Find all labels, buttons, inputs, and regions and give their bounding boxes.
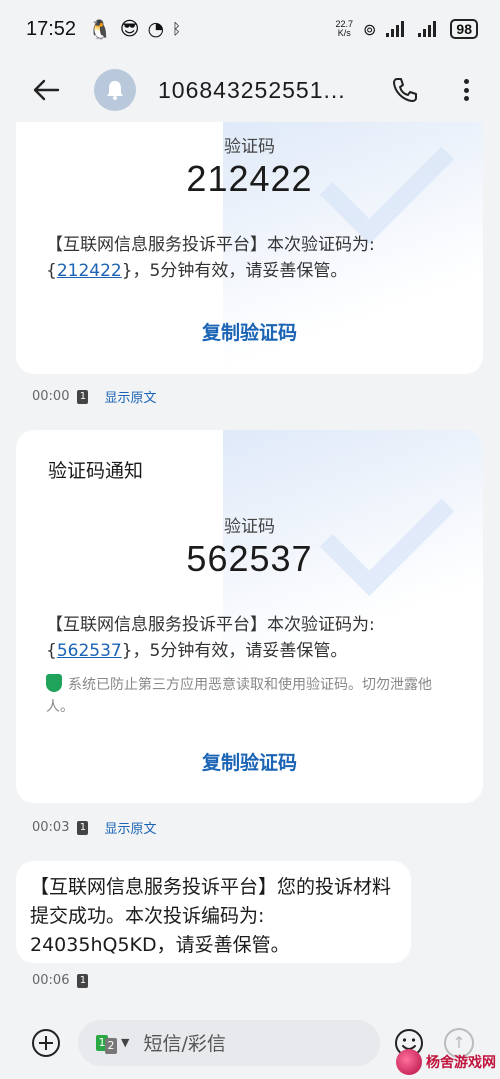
message-body: 【互联网信息服务投诉平台】本次验证码为:{212422}，5分钟有效，请妥善保管… (46, 232, 456, 284)
watermark-logo-icon (396, 1049, 422, 1075)
emoji-app-icon: 😎 (119, 18, 140, 40)
watermark: 杨舍游戏网 (396, 1049, 496, 1075)
message-bubble[interactable]: 【互联网信息服务投诉平台】您的投诉材料提交成功。本次投诉编码为: 24035hQ… (16, 861, 411, 963)
hotspot-icon: ⊚ (363, 19, 377, 39)
verification-code[interactable]: 212422 (16, 158, 483, 200)
verification-code[interactable]: 562537 (16, 538, 483, 580)
contact-number[interactable]: 106843252551... (158, 77, 368, 104)
copy-code-button[interactable]: 复制验证码 (16, 318, 483, 345)
more-options-icon[interactable] (456, 75, 476, 105)
body-suffix: }，5分钟有效，请妥善保管。 (121, 261, 348, 281)
dropdown-caret-icon: ▼ (121, 1036, 130, 1049)
bell-icon (107, 81, 123, 100)
conversation-header: 106843252551... (0, 58, 500, 122)
signal-icon-1 (386, 21, 408, 37)
message-time: 00:03 (32, 820, 70, 835)
back-arrow-icon[interactable] (30, 74, 62, 106)
bluetooth-icon: ᛒ (172, 20, 182, 38)
message-meta: 00:06 1 (32, 973, 104, 988)
body-suffix: }，5分钟有效，请妥善保管。 (121, 641, 348, 661)
phone-icon[interactable] (390, 75, 420, 105)
speed-unit: K/s (337, 28, 351, 38)
speedometer-icon: ◔ (147, 18, 165, 40)
shield-check-icon (46, 674, 62, 692)
sim-badge: 1 (77, 973, 89, 988)
code-link[interactable]: 212422 (57, 261, 122, 281)
status-time: 17:52 (26, 17, 77, 40)
watermark-text: 杨舍游戏网 (426, 1055, 496, 1071)
message-meta: 00:03 1 显示原文 (32, 818, 156, 837)
signal-icon-2 (418, 21, 440, 37)
input-placeholder: 短信/彩信 (143, 1033, 226, 1055)
security-notice: 系统已防止第三方应用恶意读取和使用验证码。切勿泄露他人。 (46, 674, 456, 718)
notice-text: 系统已防止第三方应用恶意读取和使用验证码。切勿泄露他人。 (46, 677, 432, 715)
verification-card: 验证码 212422 【互联网信息服务投诉平台】本次验证码为:{212422}，… (16, 122, 483, 374)
message-input[interactable]: 1 2 ▼ 短信/彩信 (78, 1019, 380, 1066)
status-bar: 17:52 🐧 😎 ◔ ᛒ 22.7 K/s ⊚ 98 (0, 0, 500, 58)
show-original-link[interactable]: 显示原文 (104, 818, 156, 837)
sim-badge: 1 (77, 820, 89, 835)
message-time: 00:06 (32, 973, 70, 988)
sim-badge: 1 (77, 389, 89, 404)
sim-2-badge: 2 (105, 1037, 117, 1054)
verification-card: 验证码通知 验证码 562537 【互联网信息服务投诉平台】本次验证码为:{56… (16, 430, 483, 803)
code-label: 验证码 (224, 137, 275, 157)
code-link[interactable]: 562537 (57, 641, 122, 661)
message-body: 【互联网信息服务投诉平台】本次验证码为:{562537}，5分钟有效，请妥善保管… (46, 612, 456, 664)
contact-avatar[interactable] (94, 69, 136, 111)
notification-icons: 🐧 😎 ◔ ᛒ (88, 18, 181, 41)
show-original-link[interactable]: 显示原文 (104, 387, 156, 406)
battery-indicator: 98 (450, 19, 478, 39)
sim-selector[interactable]: 1 2 ▼ (96, 1032, 129, 1054)
message-time: 00:00 (32, 389, 70, 404)
copy-code-button[interactable]: 复制验证码 (16, 748, 483, 775)
add-attachment-icon[interactable] (32, 1028, 60, 1057)
network-speed: 22.7 K/s (335, 20, 353, 38)
message-meta: 00:00 1 显示原文 (32, 387, 156, 406)
qq-icon: 🐧 (88, 18, 112, 41)
card-title: 验证码通知 (48, 460, 144, 482)
code-label: 验证码 (224, 517, 275, 537)
